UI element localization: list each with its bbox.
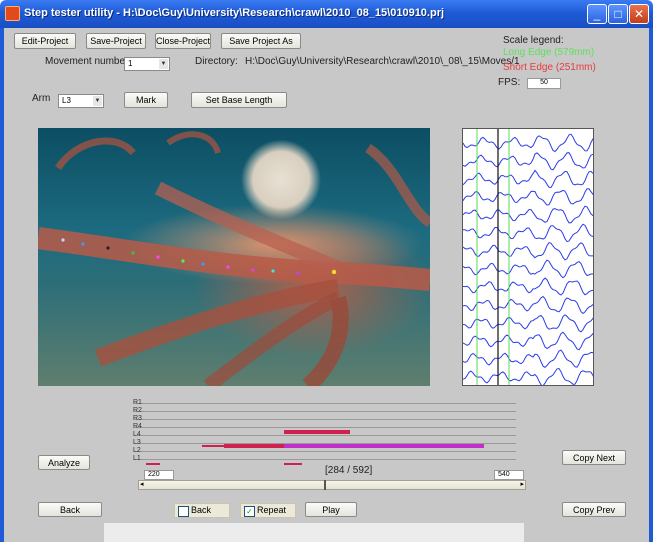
timeline-track-line bbox=[134, 403, 516, 404]
waveform-plot bbox=[463, 129, 593, 385]
timeline-track-line bbox=[134, 451, 516, 452]
timeline-track-label: R2 bbox=[133, 407, 142, 414]
timeline-segment bbox=[224, 444, 284, 448]
save-project-button[interactable]: Save-Project bbox=[86, 33, 146, 49]
timeline-segment bbox=[284, 444, 484, 448]
arm-label: Arm bbox=[32, 93, 51, 104]
timeline-track-label: R1 bbox=[133, 399, 142, 406]
window-title: Step tester utility - H:\Doc\Guy\Univers… bbox=[24, 7, 445, 19]
video-frame[interactable] bbox=[38, 128, 430, 386]
waveform-trace bbox=[463, 331, 593, 351]
waveform-trace bbox=[463, 188, 593, 206]
long-edge-legend: Long Edge (579mm) bbox=[503, 47, 595, 58]
timeline-track-label: L1 bbox=[133, 455, 141, 462]
movement-number-value: 1 bbox=[128, 59, 133, 68]
timeline-track-line bbox=[134, 411, 516, 412]
slider-left-arrow-icon[interactable]: ◂ bbox=[140, 480, 144, 488]
timeline-track-line bbox=[134, 459, 516, 460]
waveform-trace bbox=[463, 242, 593, 261]
timeline-track-line bbox=[134, 427, 516, 428]
waveform-trace bbox=[463, 223, 593, 243]
waveform-trace bbox=[463, 133, 593, 153]
copy-prev-button[interactable]: Copy Prev bbox=[562, 502, 626, 517]
maximize-button[interactable]: □ bbox=[608, 4, 628, 24]
checkmark-icon: ✓ bbox=[244, 506, 255, 517]
timeline-segment bbox=[146, 463, 160, 465]
set-base-length-button[interactable]: Set Base Length bbox=[191, 92, 287, 108]
chevron-down-icon: ▼ bbox=[159, 59, 168, 69]
close-project-button[interactable]: Close-Project bbox=[155, 33, 211, 49]
repeat-checkbox-label: Repeat bbox=[257, 505, 287, 515]
timeline-track-line bbox=[134, 435, 516, 436]
timeline-segment bbox=[284, 430, 350, 434]
play-button[interactable]: Play bbox=[305, 502, 357, 517]
timeline-track-label: L3 bbox=[133, 439, 141, 446]
fps-label: FPS: bbox=[498, 77, 521, 88]
arm-timeline[interactable]: R1 R2 R3 R4 L4 L3 L2 L1 bbox=[133, 399, 516, 466]
scale-legend-title: Scale legend: bbox=[503, 35, 564, 46]
timeline-track-line bbox=[134, 419, 516, 420]
directory-label: Directory: bbox=[195, 56, 238, 67]
fps-input[interactable]: 50 bbox=[527, 78, 561, 89]
close-window-button[interactable]: ✕ bbox=[629, 4, 649, 24]
timeline-track-label: R3 bbox=[133, 415, 142, 422]
title-bar: Step tester utility - H:\Doc\Guy\Univers… bbox=[0, 0, 653, 28]
timeline-segment bbox=[284, 463, 302, 465]
frame-start-field[interactable]: 220 bbox=[144, 470, 174, 480]
waveform-trace bbox=[463, 277, 593, 296]
checkbox-icon bbox=[178, 506, 189, 517]
timeline-track-label: L2 bbox=[133, 447, 141, 454]
directory-path: H:\Doc\Guy\University\Research\crawl\201… bbox=[245, 56, 520, 67]
arm-select[interactable]: L3 ▼ bbox=[58, 94, 104, 108]
status-strip bbox=[104, 523, 524, 542]
frame-slider-thumb[interactable] bbox=[324, 480, 327, 490]
waveform-trace bbox=[463, 349, 593, 369]
waveform-trace bbox=[463, 367, 593, 385]
waveform-trace bbox=[463, 205, 593, 224]
edit-project-button[interactable]: Edit-Project bbox=[14, 33, 76, 49]
back-checkbox-label: Back bbox=[191, 505, 212, 515]
short-edge-legend: Short Edge (251mm) bbox=[503, 62, 596, 73]
slider-right-arrow-icon[interactable]: ▸ bbox=[520, 480, 524, 488]
chevron-down-icon: ▼ bbox=[93, 96, 102, 106]
timeline-track-label: R4 bbox=[133, 423, 142, 430]
matlab-app-icon bbox=[5, 6, 20, 21]
movement-number-label: Movement number bbox=[45, 56, 129, 67]
frame-counter: [284 / 592] bbox=[325, 465, 373, 476]
waveform-trace bbox=[463, 169, 593, 189]
back-checkbox[interactable]: Back bbox=[174, 503, 230, 518]
waveform-trace bbox=[463, 295, 593, 315]
waveform-trace bbox=[463, 152, 593, 171]
frame-slider[interactable]: ◂ ▸ bbox=[138, 480, 526, 490]
stride-waveform-panel bbox=[462, 128, 594, 386]
save-project-as-button[interactable]: Save Project As bbox=[221, 33, 301, 49]
minimize-button[interactable]: _ bbox=[587, 4, 607, 24]
octopus-image bbox=[38, 131, 430, 386]
waveform-trace bbox=[463, 259, 593, 279]
copy-next-button[interactable]: Copy Next bbox=[562, 450, 626, 465]
movement-number-select[interactable]: 1 ▼ bbox=[124, 57, 170, 71]
back-button[interactable]: Back bbox=[38, 502, 102, 517]
mark-button[interactable]: Mark bbox=[124, 92, 168, 108]
waveform-trace bbox=[463, 314, 593, 333]
arm-value: L3 bbox=[62, 96, 71, 105]
repeat-checkbox[interactable]: ✓ Repeat bbox=[240, 503, 296, 518]
frame-end-field[interactable]: 540 bbox=[494, 470, 524, 480]
analyze-button[interactable]: Analyze bbox=[38, 455, 90, 470]
timeline-track-label: L4 bbox=[133, 431, 141, 438]
